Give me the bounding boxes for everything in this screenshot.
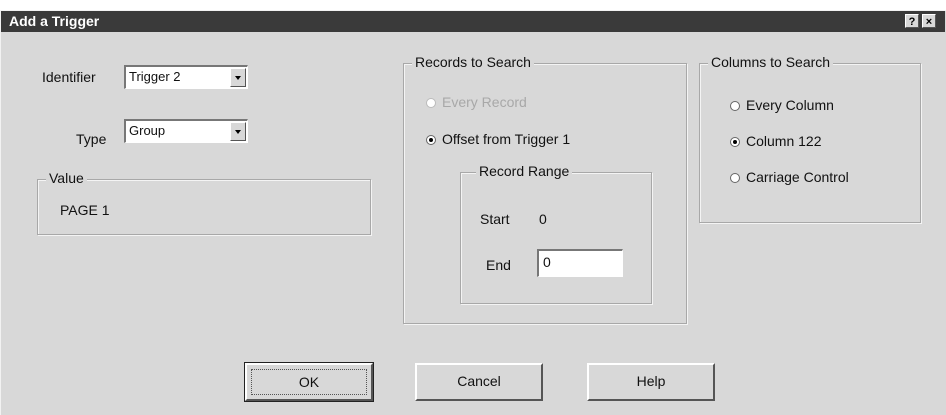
- radio-offset-from-trigger[interactable]: Offset from Trigger 1: [426, 131, 570, 147]
- cancel-button[interactable]: Cancel: [415, 363, 543, 401]
- columns-to-search-group: Columns to Search Every Column Column 12…: [699, 54, 921, 223]
- dialog-title: Add a Trigger: [9, 13, 100, 29]
- radio-column-122[interactable]: Column 122: [730, 133, 822, 149]
- radio-every-record[interactable]: Every Record: [426, 94, 527, 110]
- records-to-search-group: Records to Search Every Record Offset fr…: [403, 54, 687, 324]
- help-button[interactable]: Help: [587, 363, 715, 401]
- start-label: Start: [480, 211, 510, 227]
- identifier-label: Identifier: [42, 69, 96, 85]
- value-group-title: Value: [46, 170, 87, 186]
- value-group: Value PAGE 1: [37, 170, 371, 235]
- record-range-title: Record Range: [476, 163, 573, 179]
- type-combo[interactable]: Group: [124, 119, 248, 143]
- radio-selected-icon: [426, 135, 436, 146]
- radio-every-column[interactable]: Every Column: [730, 97, 834, 113]
- columns-to-search-title: Columns to Search: [708, 54, 834, 70]
- type-value: Group: [129, 123, 166, 138]
- records-to-search-title: Records to Search: [412, 54, 534, 70]
- identifier-combo[interactable]: Trigger 2: [124, 65, 248, 89]
- radio-carriage-control[interactable]: Carriage Control: [730, 169, 849, 185]
- title-bar: Add a Trigger ? ×: [1, 11, 945, 32]
- type-label: Type: [76, 131, 107, 147]
- add-trigger-dialog: Add a Trigger ? × Identifier Trigger 2 T…: [0, 10, 946, 415]
- end-label: End: [486, 257, 511, 273]
- chevron-down-icon[interactable]: [230, 68, 246, 87]
- radio-icon: [730, 101, 740, 112]
- close-icon[interactable]: ×: [922, 14, 936, 28]
- ok-button[interactable]: OK: [244, 362, 374, 402]
- ok-button-label: OK: [251, 369, 367, 395]
- radio-icon: [730, 173, 740, 184]
- identifier-value: Trigger 2: [129, 69, 181, 84]
- value-content: PAGE 1: [60, 202, 110, 218]
- radio-selected-icon: [730, 137, 740, 148]
- start-value: 0: [539, 211, 547, 227]
- record-range-group: Record Range Start 0 End 0: [460, 163, 652, 304]
- end-input[interactable]: 0: [537, 249, 623, 277]
- radio-icon: [426, 98, 436, 109]
- help-icon[interactable]: ?: [905, 14, 919, 28]
- chevron-down-icon[interactable]: [230, 122, 246, 141]
